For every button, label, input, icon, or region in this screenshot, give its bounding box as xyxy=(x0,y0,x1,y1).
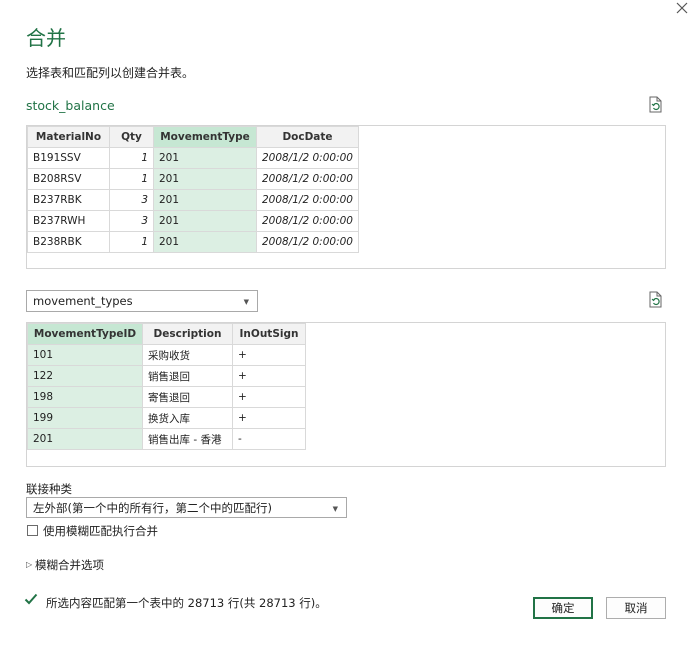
table-cell: B191SSV xyxy=(27,147,110,169)
cancel-button[interactable]: 取消 xyxy=(606,597,666,619)
table-cell: 寄售退回 xyxy=(142,386,233,408)
table-cell: 2008/1/2 0:00:00 xyxy=(256,168,359,190)
table-row: B191SSV 1 201 2008/1/2 0:00:00 xyxy=(27,147,359,169)
table-cell: 199 xyxy=(27,407,143,429)
first-table-preview: MaterialNo Qty MovementType DocDate B191… xyxy=(26,125,666,269)
table-cell: B237RBK xyxy=(27,189,110,211)
column-header[interactable]: InOutSign xyxy=(232,323,306,345)
table-row: 101 采购收货 + xyxy=(27,344,306,366)
table-row: B237RWH 3 201 2008/1/2 0:00:00 xyxy=(27,210,359,232)
table-cell: 2008/1/2 0:00:00 xyxy=(256,231,359,253)
table-row: 122 销售退回 + xyxy=(27,365,306,387)
column-header[interactable]: MaterialNo xyxy=(27,126,110,148)
match-status-text: 所选内容匹配第一个表中的 28713 行(共 28713 行)。 xyxy=(46,596,327,610)
table-cell: 1 xyxy=(109,147,154,169)
table-cell: 2008/1/2 0:00:00 xyxy=(256,147,359,169)
ok-button[interactable]: 确定 xyxy=(533,597,593,619)
column-header[interactable]: Qty xyxy=(109,126,154,148)
second-table-preview: MovementTypeID Description InOutSign 101… xyxy=(26,322,666,467)
table-cell: B237RWH xyxy=(27,210,110,232)
table-cell: 201 xyxy=(153,210,257,232)
first-table-grid: MaterialNo Qty MovementType DocDate B191… xyxy=(27,126,359,253)
table-cell: 换货入库 xyxy=(142,407,233,429)
table-cell: 1 xyxy=(109,168,154,190)
first-table-name: stock_balance xyxy=(26,98,115,113)
chevron-down-icon: ▼ xyxy=(243,298,249,306)
fuzzy-match-label[interactable]: 使用模糊匹配执行合并 xyxy=(43,523,158,539)
refresh-preview-icon[interactable] xyxy=(648,96,664,114)
fuzzy-options-toggle[interactable]: 模糊合并选项 xyxy=(35,557,104,573)
column-header[interactable]: DocDate xyxy=(256,126,359,148)
column-header[interactable]: Description xyxy=(142,323,233,345)
table-cell: 201 xyxy=(153,231,257,253)
table-cell: 采购收货 xyxy=(142,344,233,366)
table-row: 198 寄售退回 + xyxy=(27,386,306,408)
table-cell: 201 xyxy=(153,168,257,190)
table-row: 201 销售出库 - 香港 - xyxy=(27,428,306,450)
join-kind-dropdown[interactable]: 左外部(第一个中的所有行，第二个中的匹配行) ▼ xyxy=(26,497,347,518)
second-table-dropdown[interactable]: movement_types ▼ xyxy=(26,290,258,312)
table-row: B237RBK 3 201 2008/1/2 0:00:00 xyxy=(27,189,359,211)
table-cell: 201 xyxy=(153,189,257,211)
table-cell: 201 xyxy=(153,147,257,169)
table-cell: 3 xyxy=(109,210,154,232)
second-table-grid: MovementTypeID Description InOutSign 101… xyxy=(27,323,306,450)
table-cell: 3 xyxy=(109,189,154,211)
table-cell: 销售出库 - 香港 xyxy=(142,428,233,450)
close-icon[interactable] xyxy=(672,0,690,18)
fuzzy-match-checkbox[interactable] xyxy=(27,525,38,536)
checkmark-icon xyxy=(24,592,38,610)
table-cell: B238RBK xyxy=(27,231,110,253)
table-row: B238RBK 1 201 2008/1/2 0:00:00 xyxy=(27,231,359,253)
table-row: 199 换货入库 + xyxy=(27,407,306,429)
table-cell: 101 xyxy=(27,344,143,366)
table-cell: B208RSV xyxy=(27,168,110,190)
table-cell: + xyxy=(232,386,306,408)
table-cell: + xyxy=(232,407,306,429)
column-header-selected[interactable]: MovementType xyxy=(153,126,257,148)
table-cell: + xyxy=(232,365,306,387)
table-cell: - xyxy=(232,428,306,450)
second-table-selected: movement_types xyxy=(33,294,133,308)
join-kind-label: 联接种类 xyxy=(26,482,72,496)
table-cell: 2008/1/2 0:00:00 xyxy=(256,189,359,211)
table-cell: 122 xyxy=(27,365,143,387)
refresh-preview-icon[interactable] xyxy=(648,291,664,309)
table-cell: 2008/1/2 0:00:00 xyxy=(256,210,359,232)
table-cell: 198 xyxy=(27,386,143,408)
table-cell: 201 xyxy=(27,428,143,450)
table-row: B208RSV 1 201 2008/1/2 0:00:00 xyxy=(27,168,359,190)
expand-triangle-icon[interactable]: ▷ xyxy=(26,560,32,569)
dialog-subtitle: 选择表和匹配列以创建合并表。 xyxy=(26,66,195,80)
table-cell: 1 xyxy=(109,231,154,253)
dialog-title: 合并 xyxy=(26,26,66,50)
column-header-selected[interactable]: MovementTypeID xyxy=(27,323,143,345)
table-cell: 销售退回 xyxy=(142,365,233,387)
join-kind-selected: 左外部(第一个中的所有行，第二个中的匹配行) xyxy=(33,500,272,515)
chevron-down-icon: ▼ xyxy=(332,505,338,513)
table-cell: + xyxy=(232,344,306,366)
